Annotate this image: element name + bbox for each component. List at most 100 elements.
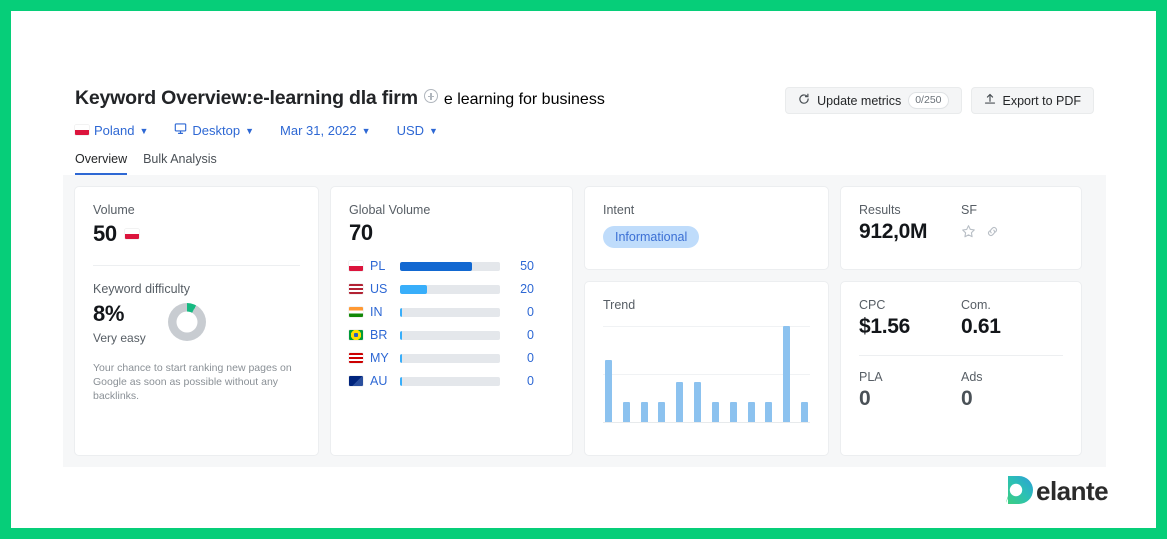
global-volume-card: Global Volume 70 PL50US20IN0BR0MY0AU0 (330, 186, 573, 456)
global-volume-row: IN 0 (349, 305, 554, 319)
volume-bar-track (400, 262, 500, 271)
header-actions: Update metrics 0/250 Export to PDF (785, 87, 1094, 114)
intent-badge[interactable]: Informational (603, 226, 699, 248)
country-code: MY (370, 351, 400, 365)
trend-bar (658, 402, 665, 423)
country-code: IN (370, 305, 400, 319)
tab-overview[interactable]: Overview (75, 152, 127, 175)
ads-value: 0 (961, 387, 1063, 411)
volume-bar-track (400, 331, 500, 340)
cpc-row: CPC $1.56 Com. 0.61 (859, 298, 1063, 339)
global-volume-row: AU0 (349, 374, 554, 388)
trend-bars (603, 326, 810, 423)
trend-bar (676, 382, 683, 423)
flag-poland-icon (75, 125, 89, 135)
results-block: Results 912,0M (859, 203, 961, 244)
chevron-down-icon: ▼ (362, 126, 371, 136)
trend-label: Trend (603, 298, 810, 312)
filter-currency-label: USD (397, 123, 424, 138)
trend-bar (712, 402, 719, 423)
flag-br-icon (349, 330, 363, 340)
volume-bar-track (400, 377, 500, 386)
metrics-column: Results 912,0M SF (840, 186, 1082, 456)
keyword-difficulty-donut (168, 303, 206, 341)
volume-bar-value: 20 (500, 282, 534, 296)
svg-text:elante: elante (1036, 476, 1108, 506)
results-value: 912,0M (859, 220, 961, 244)
screenshot-frame: Keyword Overview: e-learning dla firm e … (0, 0, 1167, 539)
global-volume-row: PL50 (349, 259, 554, 273)
volume-bar-value: 0 (500, 351, 534, 365)
global-volume-list: PL50 US 20 IN 0 BR 0 MY 0 AU0 (349, 259, 554, 388)
sf-block: SF (961, 203, 1063, 244)
country-code: BR (370, 328, 400, 342)
filter-currency[interactable]: USD ▼ (397, 123, 438, 138)
volume-bar-track (400, 308, 500, 317)
flag-au-icon (349, 376, 363, 386)
trend-bar (605, 360, 612, 423)
flag-poland-icon (125, 229, 139, 239)
page-title: Keyword Overview: (75, 87, 253, 110)
pla-label: PLA (859, 370, 961, 384)
chart-axis (603, 422, 810, 423)
com-value: 0.61 (961, 315, 1063, 339)
cpc-value: $1.56 (859, 315, 961, 339)
trend-bar (783, 326, 790, 423)
sf-icons (961, 224, 1063, 244)
intent-label: Intent (603, 203, 810, 217)
filter-date[interactable]: Mar 31, 2022 ▼ (280, 123, 371, 138)
flag-my-icon (349, 353, 363, 363)
compare-keyword-label: e learning for business (444, 91, 605, 109)
volume-bar-value: 0 (500, 305, 534, 319)
filter-country-label: Poland (94, 123, 134, 138)
divider (93, 265, 300, 266)
flag-us-icon (349, 284, 363, 294)
update-metrics-button[interactable]: Update metrics 0/250 (785, 87, 961, 114)
volume-bar-fill (400, 331, 402, 340)
keyword-label: e-learning dla firm (253, 87, 418, 110)
trend-card: Trend (584, 281, 829, 456)
sf-label: SF (961, 203, 1063, 217)
com-block: Com. 0.61 (961, 298, 1063, 339)
update-metrics-label: Update metrics (817, 94, 901, 108)
export-to-pdf-label: Export to PDF (1003, 94, 1082, 108)
delante-logo-mark: elante (1006, 474, 1134, 508)
keyword-difficulty-note: Your chance to start ranking new pages o… (93, 361, 300, 403)
volume-bar-value: 0 (500, 328, 534, 342)
tab-bulk-analysis[interactable]: Bulk Analysis (143, 152, 217, 175)
volume-label: Volume (93, 203, 300, 217)
com-label: Com. (961, 298, 1063, 312)
keyword-overview-app: Keyword Overview: e-learning dla firm e … (63, 73, 1106, 483)
chevron-down-icon: ▼ (429, 126, 438, 136)
global-volume-row: MY 0 (349, 351, 554, 365)
filter-country[interactable]: Poland ▼ (75, 123, 148, 138)
ads-label: Ads (961, 370, 1063, 384)
export-to-pdf-button[interactable]: Export to PDF (971, 87, 1095, 114)
chevron-down-icon: ▼ (139, 126, 148, 136)
delante-logo: elante (1006, 474, 1134, 508)
results-card: Results 912,0M SF (840, 186, 1082, 270)
trend-bar (748, 402, 755, 423)
volume-card: Volume 50 Keyword difficulty 8% Very eas… (74, 186, 319, 456)
plus-circle-icon[interactable] (424, 89, 438, 103)
chevron-down-icon: ▼ (245, 126, 254, 136)
star-icon[interactable] (961, 224, 976, 244)
trend-chart (603, 326, 810, 423)
keyword-difficulty-row: 8% Very easy (93, 301, 300, 345)
dashboard-body: Volume 50 Keyword difficulty 8% Very eas… (63, 175, 1106, 467)
cpc-card: CPC $1.56 Com. 0.61 PLA 0 (840, 281, 1082, 456)
upload-icon (984, 93, 996, 108)
filter-device[interactable]: Desktop ▼ (174, 122, 254, 138)
trend-bar (694, 382, 701, 423)
country-code: AU (370, 374, 400, 388)
cpc-label: CPC (859, 298, 961, 312)
volume-bar-track (400, 354, 500, 363)
intent-card: Intent Informational (584, 186, 829, 270)
country-code: US (370, 282, 400, 296)
volume-bar-fill (400, 285, 427, 294)
global-volume-row: BR 0 (349, 328, 554, 342)
link-icon[interactable] (985, 224, 1000, 244)
trend-bar (730, 402, 737, 423)
pla-value: 0 (859, 387, 961, 411)
trend-bar (765, 402, 772, 423)
